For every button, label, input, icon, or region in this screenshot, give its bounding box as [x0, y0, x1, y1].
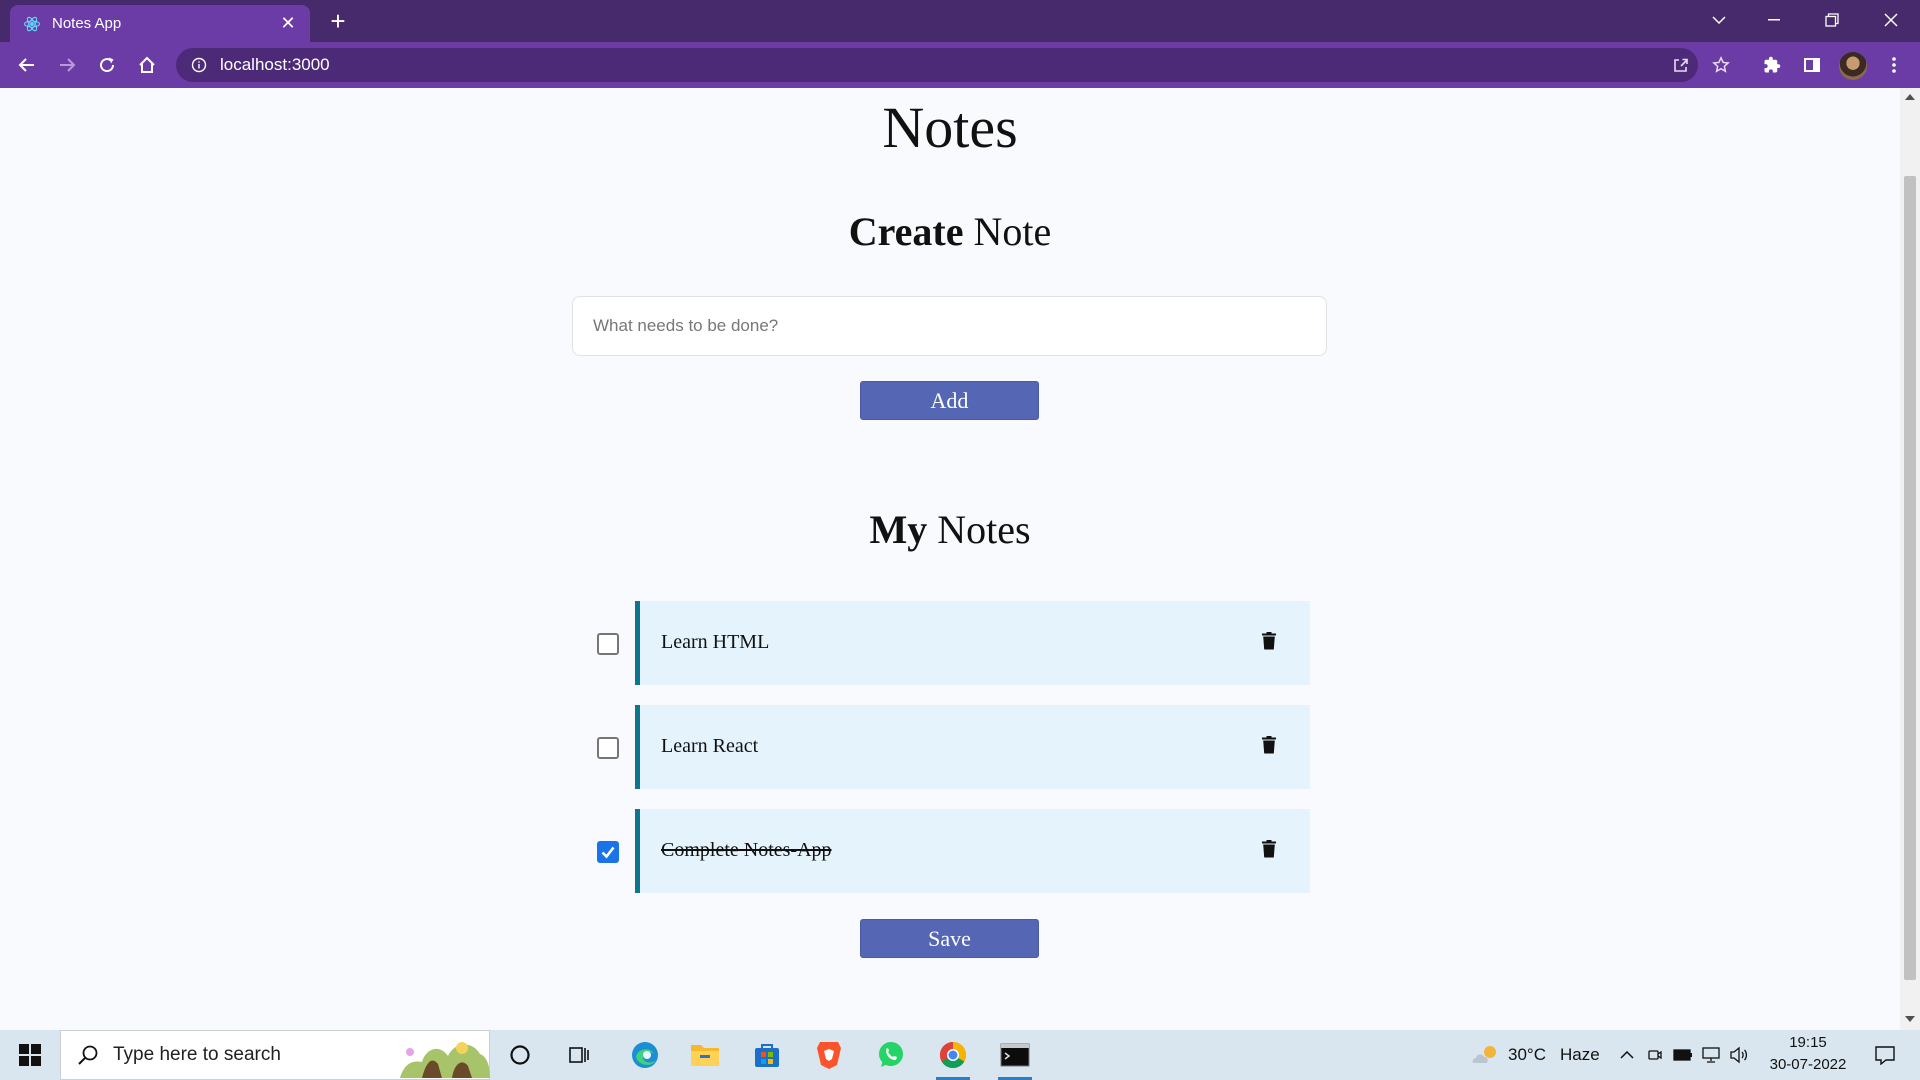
close-window-icon[interactable]	[1862, 0, 1920, 40]
search-icon	[78, 1045, 98, 1065]
terminal-icon[interactable]	[990, 1030, 1040, 1080]
note-checkbox[interactable]	[597, 633, 619, 655]
note-checkbox-checked[interactable]	[597, 841, 619, 863]
scroll-up-arrow-icon[interactable]	[1905, 94, 1915, 100]
browser-menu-kebab-icon[interactable]	[1879, 50, 1909, 80]
trash-icon[interactable]	[1262, 736, 1276, 754]
volume-icon[interactable]	[1726, 1030, 1752, 1080]
whatsapp-icon[interactable]	[866, 1030, 916, 1080]
forward-arrow-icon[interactable]	[52, 50, 82, 80]
tab-title: Notes App	[52, 15, 122, 32]
scroll-down-arrow-icon[interactable]	[1905, 1016, 1915, 1022]
back-arrow-icon[interactable]	[12, 50, 42, 80]
create-heading-bold: Create	[848, 209, 964, 254]
windows-taskbar: Type here to search 30°C Haze 19:15 30-0…	[0, 1030, 1920, 1080]
brave-browser-icon[interactable]	[804, 1030, 854, 1080]
url-text: localhost:3000	[220, 55, 330, 74]
notification-center-icon[interactable]	[1862, 1030, 1908, 1080]
new-note-input[interactable]	[572, 296, 1327, 356]
note-card: Learn React	[635, 705, 1310, 789]
browser-title-bar: Notes App ✕ +	[0, 0, 1920, 42]
tab-close-icon[interactable]: ✕	[278, 13, 298, 34]
tab-search-chevron-icon[interactable]	[1690, 0, 1748, 40]
taskbar-clock[interactable]: 19:15 30-07-2022	[1760, 1032, 1856, 1076]
browser-tab-notes-app[interactable]: Notes App ✕	[10, 5, 310, 42]
microsoft-store-icon[interactable]	[742, 1030, 792, 1080]
my-notes-heading-bold: My	[869, 507, 928, 552]
meet-now-icon[interactable]	[1642, 1030, 1668, 1080]
note-item: Complete Notes-App	[590, 809, 1310, 893]
bookmark-star-icon[interactable]	[1706, 50, 1736, 80]
trash-icon[interactable]	[1262, 840, 1276, 858]
note-text: Learn React	[661, 735, 759, 757]
note-card: Complete Notes-App	[635, 809, 1310, 893]
site-info-icon[interactable]	[190, 56, 208, 74]
note-card: Learn HTML	[635, 601, 1310, 685]
task-view-icon[interactable]	[557, 1030, 601, 1080]
page-viewport: Notes Create Note Add My Notes Learn HTM…	[0, 88, 1900, 1030]
note-checkbox[interactable]	[597, 737, 619, 759]
reload-icon[interactable]	[92, 50, 122, 80]
note-text-completed: Complete Notes-App	[661, 839, 832, 861]
new-tab-button[interactable]: +	[323, 6, 353, 36]
note-text: Learn HTML	[661, 631, 770, 653]
create-heading-rest: Note	[973, 209, 1052, 254]
file-explorer-icon[interactable]	[680, 1030, 730, 1080]
search-placeholder: Type here to search	[113, 1044, 281, 1065]
page-title: Notes	[882, 95, 1018, 160]
restore-icon[interactable]	[1803, 0, 1861, 40]
profile-avatar[interactable]	[1839, 52, 1867, 80]
chrome-browser-icon[interactable]	[928, 1030, 978, 1080]
weather-description: Haze	[1559, 1045, 1600, 1064]
edge-browser-icon[interactable]	[620, 1030, 670, 1080]
create-note-heading: Create Note	[0, 208, 1900, 255]
trash-icon[interactable]	[1262, 632, 1276, 650]
clock-time: 19:15	[1789, 1034, 1827, 1051]
add-button[interactable]: Add	[860, 381, 1039, 420]
weather-widget[interactable]: 30°C Haze	[1470, 1030, 1620, 1080]
windows-start-icon[interactable]	[0, 1030, 60, 1080]
minimize-icon[interactable]	[1745, 0, 1803, 40]
save-button[interactable]: Save	[860, 919, 1039, 958]
note-item: Learn React	[590, 705, 1310, 789]
weather-temperature: 30°C	[1508, 1045, 1546, 1064]
scrollbar-thumb[interactable]	[1904, 176, 1916, 980]
my-notes-heading: My Notes	[0, 506, 1900, 553]
page-scrollbar[interactable]	[1900, 88, 1920, 1030]
react-favicon-icon	[22, 14, 42, 34]
address-bar[interactable]: localhost:3000	[176, 48, 1698, 82]
note-item: Learn HTML	[590, 601, 1310, 685]
cortana-circle-icon[interactable]	[498, 1030, 542, 1080]
checkmark-icon	[601, 846, 615, 859]
side-panel-icon[interactable]	[1797, 50, 1827, 80]
battery-icon[interactable]	[1670, 1030, 1696, 1080]
tray-overflow-chevron-icon[interactable]	[1614, 1030, 1640, 1080]
share-icon[interactable]	[1666, 50, 1696, 80]
network-icon[interactable]	[1698, 1030, 1724, 1080]
my-notes-heading-rest: Notes	[937, 507, 1031, 552]
search-highlight-art-icon	[400, 1042, 490, 1078]
home-icon[interactable]	[132, 50, 162, 80]
weather-haze-icon	[1472, 1046, 1496, 1063]
extensions-puzzle-icon[interactable]	[1757, 50, 1787, 80]
clock-date: 30-07-2022	[1769, 1056, 1847, 1073]
